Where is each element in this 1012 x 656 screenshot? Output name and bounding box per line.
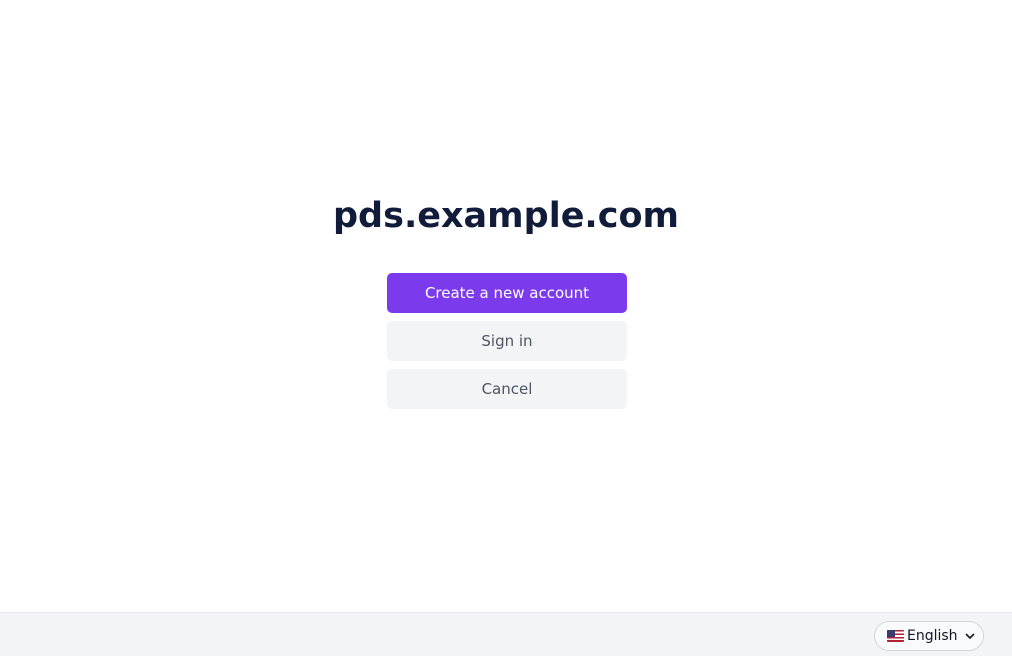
language-select[interactable]: English [874, 621, 984, 651]
cancel-button[interactable]: Cancel [387, 369, 627, 409]
language-select-label: English [907, 628, 958, 644]
page: pds.example.com Create a new account Sig… [0, 0, 1012, 656]
sign-in-button[interactable]: Sign in [387, 321, 627, 361]
create-account-button[interactable]: Create a new account [387, 273, 627, 313]
page-title: pds.example.com [333, 196, 679, 236]
action-buttons: Create a new account Sign in Cancel [387, 273, 627, 417]
main-content: pds.example.com Create a new account Sig… [0, 0, 1012, 612]
footer: English [0, 612, 1012, 656]
chevron-down-icon [965, 633, 975, 639]
us-flag-icon [887, 630, 904, 642]
